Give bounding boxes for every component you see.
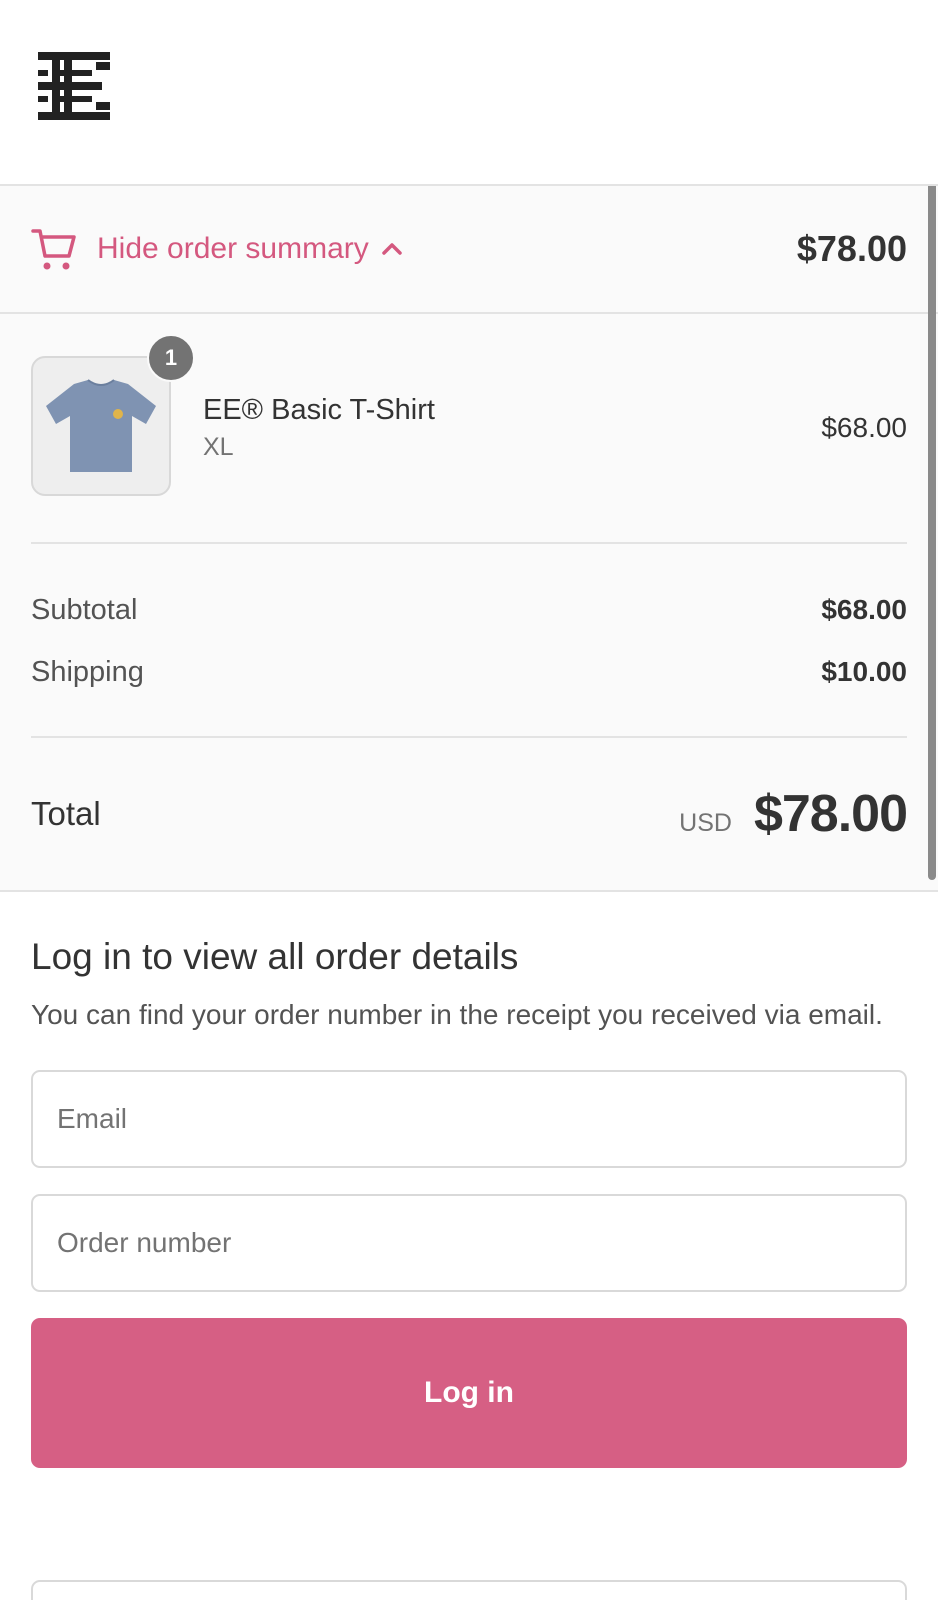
subtotal-row: Subtotal $68.00 [31,590,907,630]
product-thumbnail [31,356,171,496]
order-summary-panel: 1 EE® Basic T-Shirt XL $68.00 Subtotal $… [0,314,938,892]
hide-order-summary-button[interactable]: Hide order summary [31,226,403,272]
email-field[interactable] [31,1070,907,1168]
next-form-field[interactable] [31,1580,907,1600]
item-info: EE® Basic T-Shirt XL [203,394,821,462]
subtotal-value: $68.00 [821,594,907,625]
hide-order-summary-label: Hide order summary [97,232,369,265]
shipping-label: Shipping [31,655,144,688]
shipping-value: $10.00 [821,656,907,687]
order-summary-toggle: Hide order summary $78.00 [0,186,938,314]
cost-breakdown: Subtotal $68.00 Shipping $10.00 [31,544,907,738]
quantity-badge: 1 [147,334,195,382]
order-status-page: Hide order summary $78.00 1 EE® Basic T-… [0,0,938,1600]
tshirt-icon [46,379,156,472]
line-item: 1 EE® Basic T-Shirt XL $68.00 [31,314,907,544]
login-description: You can find your order number in the re… [31,999,883,1030]
chevron-up-icon [382,243,402,255]
order-number-field[interactable] [31,1194,907,1292]
total-amount-wrapper: USD $78.00 [679,784,908,844]
total-label: Total [31,795,101,832]
summary-toggle-total: $78.00 [796,228,907,269]
total-row: Total USD $78.00 [31,738,908,890]
total-currency: USD [679,809,732,837]
product-variant: XL [203,433,234,461]
product-name: EE® Basic T-Shirt [203,394,435,426]
product-price: $68.00 [821,412,907,443]
login-button[interactable]: Log in [31,1318,907,1468]
login-section: Log in to view all order details You can… [0,892,938,1468]
login-title: Log in to view all order details [31,936,519,977]
shipping-row: Shipping $10.00 [31,652,907,692]
product-thumbnail-wrapper: 1 [31,334,195,496]
cart-icon [31,229,76,270]
total-amount: $78.00 [753,785,908,843]
subtotal-label: Subtotal [31,593,138,626]
ee-logo-icon [38,52,110,120]
header [0,0,938,186]
